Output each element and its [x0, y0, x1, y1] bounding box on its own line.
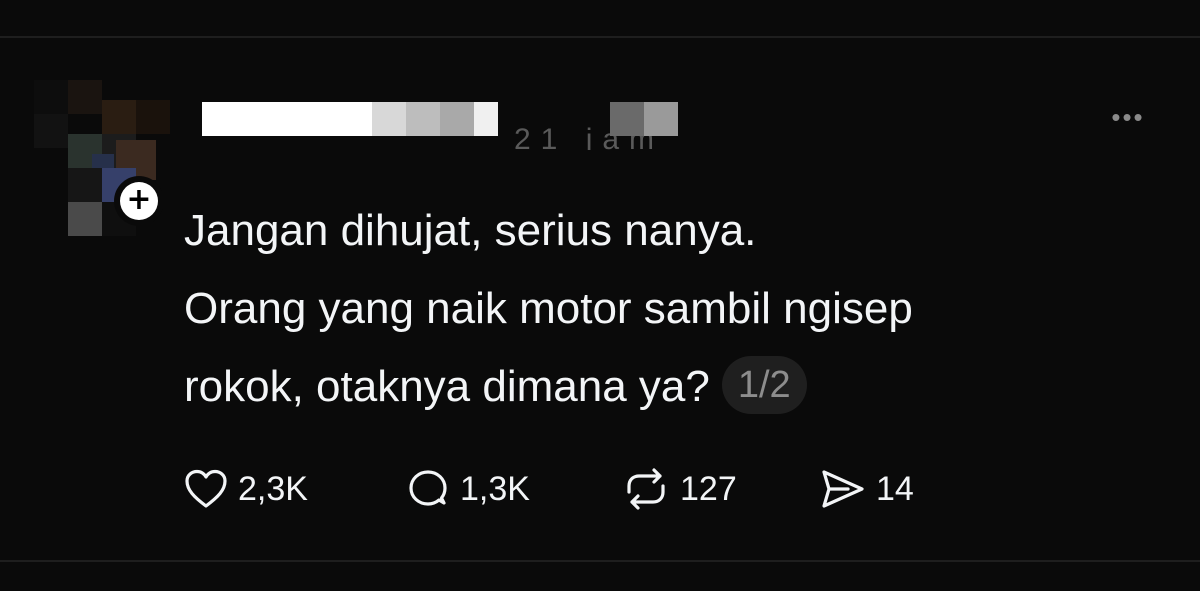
send-icon: [820, 468, 866, 510]
post-line-3-text: rokok, otaknya dimana ya?: [184, 362, 710, 411]
bottom-divider: [0, 560, 1200, 562]
comment-icon: [406, 467, 450, 511]
post-line-1: Jangan dihujat, serius nanya.: [184, 206, 757, 255]
follow-button[interactable]: +: [114, 176, 164, 226]
post-text: Jangan dihujat, serius nanya. Orang yang…: [184, 192, 1184, 426]
reply-button[interactable]: 1,3K: [406, 464, 530, 514]
plus-icon: +: [120, 182, 158, 220]
post-line-2: Orang yang naik motor sambil ngisep: [184, 284, 913, 333]
repost-icon: [622, 467, 670, 511]
reply-count: 1,3K: [460, 469, 530, 508]
more-options-icon[interactable]: •••: [1100, 104, 1156, 132]
repost-button[interactable]: 127: [622, 464, 737, 514]
heart-icon: [184, 469, 228, 509]
like-count: 2,3K: [238, 469, 308, 508]
thread-page-indicator[interactable]: 1/2: [721, 356, 807, 415]
share-button[interactable]: 14: [820, 464, 914, 514]
repost-count: 127: [680, 469, 737, 508]
post-line-3: rokok, otaknya dimana ya? 1/2: [184, 348, 1184, 426]
top-divider: [0, 36, 1200, 38]
share-count: 14: [876, 469, 914, 508]
like-button[interactable]: 2,3K: [184, 464, 308, 514]
